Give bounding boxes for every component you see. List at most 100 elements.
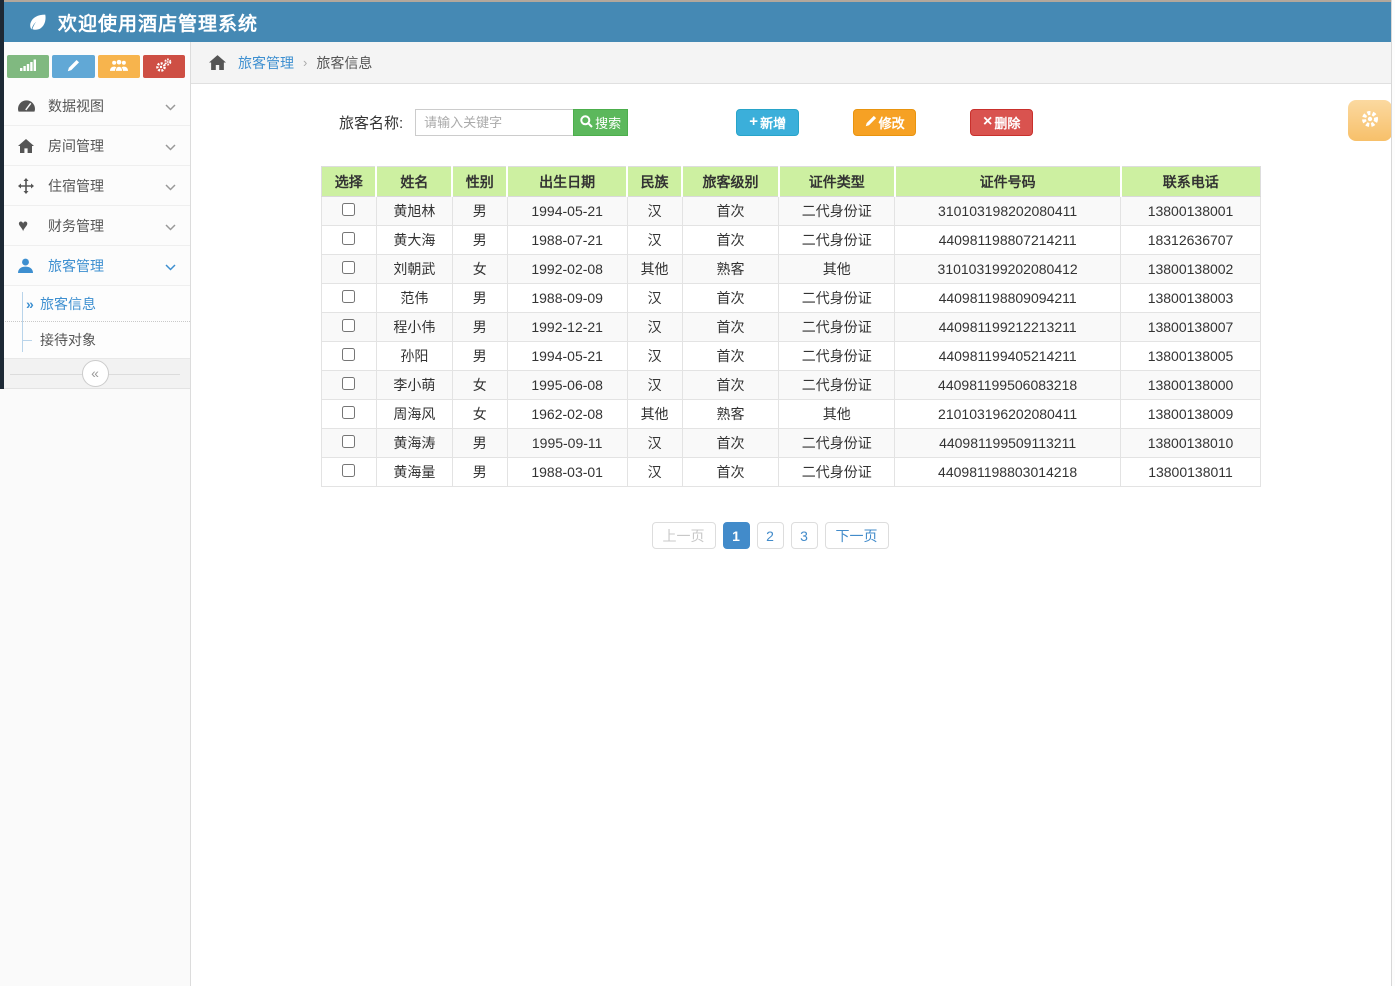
user-icon <box>18 258 44 273</box>
cell-ethnicity: 汉 <box>627 197 682 226</box>
sidebar-item-label: 住宿管理 <box>48 176 165 196</box>
cell-name: 孙阳 <box>376 342 452 371</box>
row-checkbox[interactable] <box>342 348 355 361</box>
cell-birth-date: 1988-03-01 <box>507 458 627 487</box>
cell-guest-level: 熟客 <box>682 255 779 284</box>
cogs-icon <box>155 58 172 76</box>
leaf-icon <box>26 11 48 33</box>
table-row: 范伟男1988-09-09汉首次二代身份证4409811988090942111… <box>322 284 1261 313</box>
cell-id-number: 440981199506083218 <box>895 371 1121 400</box>
cell-birth-date: 1995-06-08 <box>507 371 627 400</box>
move-arrows-icon <box>18 178 44 194</box>
cell-guest-level: 首次 <box>682 284 779 313</box>
edit-quick-button[interactable] <box>52 55 94 78</box>
prev-page-button[interactable]: 上一页 <box>652 522 716 549</box>
cell-birth-date: 1992-02-08 <box>507 255 627 284</box>
app-titlebar: 欢迎使用酒店管理系统 <box>0 0 1395 42</box>
sidebar-item-room-management[interactable]: 房间管理 <box>0 126 190 166</box>
cell-guest-level: 熟客 <box>682 400 779 429</box>
cell-name: 黄大海 <box>376 226 452 255</box>
guest-table-body: 黄旭林男1994-05-21汉首次二代身份证310103198202080411… <box>322 197 1261 487</box>
cell-gender: 女 <box>452 371 507 400</box>
page-button-2[interactable]: 2 <box>757 522 784 549</box>
cell-id-type: 二代身份证 <box>779 342 895 371</box>
table-header-row: 选择 姓名 性别 出生日期 民族 旅客级别 证件类型 证件号码 联系电话 <box>322 167 1261 197</box>
col-header-select: 选择 <box>322 167 377 197</box>
row-checkbox[interactable] <box>342 290 355 303</box>
row-checkbox[interactable] <box>342 232 355 245</box>
submenu-item-guest-info[interactable]: » 旅客信息 <box>0 286 190 322</box>
sidebar-item-lodging-management[interactable]: 住宿管理 <box>0 166 190 206</box>
sidebar-item-label: 房间管理 <box>48 136 165 156</box>
cell-gender: 男 <box>452 284 507 313</box>
cell-birth-date: 1994-05-21 <box>507 197 627 226</box>
row-checkbox[interactable] <box>342 464 355 477</box>
pencil-icon <box>865 115 877 130</box>
submenu-item-reception-target[interactable]: 接待对象 <box>0 322 190 358</box>
table-row: 黄海涛男1995-09-11汉首次二代身份证440981199509113211… <box>322 429 1261 458</box>
cell-id-number: 210103196202080411 <box>895 400 1121 429</box>
cell-gender: 男 <box>452 313 507 342</box>
home-icon[interactable] <box>209 55 226 70</box>
cell-phone: 13800138001 <box>1121 197 1261 226</box>
chevron-down-icon <box>165 138 176 154</box>
cell-id-number: 440981199509113211 <box>895 429 1121 458</box>
page-button-1[interactable]: 1 <box>723 522 750 549</box>
chevron-down-icon <box>165 258 176 274</box>
cell-name: 李小萌 <box>376 371 452 400</box>
cell-name: 黄海涛 <box>376 429 452 458</box>
cell-phone: 13800138007 <box>1121 313 1261 342</box>
main-content: 旅客管理 › 旅客信息 旅客名称: 搜索 + 新增 <box>191 42 1395 986</box>
next-page-button[interactable]: 下一页 <box>825 522 889 549</box>
row-select-cell <box>322 255 377 284</box>
home-icon <box>18 139 44 153</box>
breadcrumb-separator: › <box>303 55 307 70</box>
cell-guest-level: 首次 <box>682 313 779 342</box>
breadcrumb: 旅客管理 › 旅客信息 <box>191 42 1395 84</box>
scrollbar-track[interactable] <box>1391 0 1395 986</box>
users-icon <box>110 59 128 75</box>
chevron-down-icon <box>165 98 176 114</box>
gear-icon <box>1360 109 1380 132</box>
cell-id-number: 440981198803014218 <box>895 458 1121 487</box>
users-quick-button[interactable] <box>98 55 140 78</box>
sidebar-collapse-button[interactable]: « <box>82 360 109 387</box>
cell-gender: 女 <box>452 255 507 284</box>
chart-quick-button[interactable] <box>7 55 49 78</box>
sidebar-item-label: 财务管理 <box>48 216 165 236</box>
row-checkbox[interactable] <box>342 319 355 332</box>
cell-name: 刘朝武 <box>376 255 452 284</box>
search-input[interactable] <box>415 109 574 136</box>
col-header-phone: 联系电话 <box>1121 167 1261 197</box>
search-label: 旅客名称: <box>339 112 403 133</box>
cell-ethnicity: 汉 <box>627 313 682 342</box>
table-row: 周海风女1962-02-08其他熟客其他21010319620208041113… <box>322 400 1261 429</box>
cell-phone: 13800138003 <box>1121 284 1261 313</box>
row-checkbox[interactable] <box>342 203 355 216</box>
delete-button[interactable]: × 删除 <box>970 109 1033 136</box>
page-button-3[interactable]: 3 <box>791 522 818 549</box>
row-checkbox[interactable] <box>342 377 355 390</box>
sidebar-item-data-view[interactable]: 数据视图 <box>0 86 190 126</box>
table-row: 黄大海男1988-07-21汉首次二代身份证440981198807214211… <box>322 226 1261 255</box>
cell-id-type: 二代身份证 <box>779 458 895 487</box>
sidebar-item-label: 旅客管理 <box>48 256 165 276</box>
cell-id-number: 310103198202080411 <box>895 197 1121 226</box>
settings-quick-button[interactable] <box>143 55 185 78</box>
row-checkbox[interactable] <box>342 435 355 448</box>
cell-gender: 男 <box>452 458 507 487</box>
row-checkbox[interactable] <box>342 406 355 419</box>
edit-button[interactable]: 修改 <box>853 109 916 136</box>
sidebar-item-guest-management[interactable]: 旅客管理 <box>0 246 190 286</box>
search-button[interactable]: 搜索 <box>573 109 628 136</box>
dashboard-icon <box>18 100 44 112</box>
breadcrumb-section-link[interactable]: 旅客管理 <box>238 53 294 73</box>
settings-fab-button[interactable] <box>1348 100 1392 141</box>
add-button[interactable]: + 新增 <box>736 109 799 136</box>
sidebar-item-finance-management[interactable]: ♥ 财务管理 <box>0 206 190 246</box>
cell-birth-date: 1962-02-08 <box>507 400 627 429</box>
row-checkbox[interactable] <box>342 261 355 274</box>
cell-guest-level: 首次 <box>682 371 779 400</box>
cell-id-type: 二代身份证 <box>779 197 895 226</box>
row-select-cell <box>322 226 377 255</box>
